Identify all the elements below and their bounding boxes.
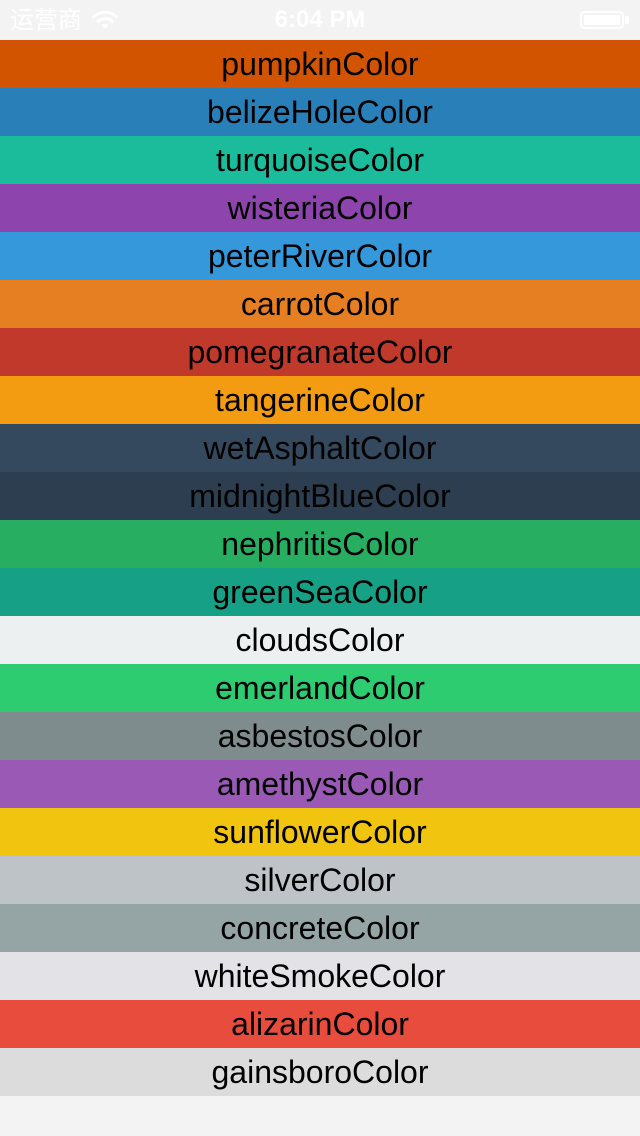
color-row[interactable]: midnightBlueColor [0,472,640,520]
color-row-label: amethystColor [216,766,424,802]
color-row[interactable]: greenSeaColor [0,568,640,616]
color-row-label: wetAsphaltColor [203,430,437,466]
color-row[interactable]: pumpkinColor [0,40,640,88]
color-row-label: alizarinColor [231,1006,409,1042]
color-row[interactable]: tangerineColor [0,376,640,424]
color-row-label: pumpkinColor [221,46,419,82]
color-row[interactable]: pomegranateColor [0,328,640,376]
battery-icon [580,11,630,31]
color-row[interactable]: amethystColor [0,760,640,808]
color-row-label: silverColor [244,862,396,898]
color-row-label: tangerineColor [215,382,425,418]
color-row-label: carrotColor [240,286,400,322]
color-row[interactable]: whiteSmokeColor [0,952,640,1000]
color-row-label: asbestosColor [217,718,423,754]
color-row[interactable]: wisteriaColor [0,184,640,232]
color-row[interactable]: asbestosColor [0,712,640,760]
color-row[interactable]: gainsboroColor [0,1048,640,1096]
color-row[interactable]: wetAsphaltColor [0,424,640,472]
color-row-label: pomegranateColor [187,334,453,370]
color-row-label: emerlandColor [215,670,425,706]
color-row[interactable]: nephritisColor [0,520,640,568]
color-row-label: greenSeaColor [212,574,428,610]
color-row[interactable]: alizarinColor [0,1000,640,1048]
color-row-label: wisteriaColor [227,190,413,226]
color-row[interactable]: peterRiverColor [0,232,640,280]
color-row-label: peterRiverColor [207,238,433,274]
color-row-label: belizeHoleColor [207,94,433,130]
color-row[interactable]: sunflowerColor [0,808,640,856]
color-row[interactable]: concreteColor [0,904,640,952]
color-row[interactable]: belizeHoleColor [0,88,640,136]
color-row-label: turquoiseColor [215,142,425,178]
battery-body [580,11,624,29]
color-row[interactable]: carrotColor [0,280,640,328]
color-row[interactable]: cloudsColor [0,616,640,664]
color-row[interactable]: emerlandColor [0,664,640,712]
battery-tip [625,16,629,24]
battery-fill [584,15,620,25]
color-row-label: sunflowerColor [213,814,427,850]
status-time: 6:04 PM [274,6,366,33]
color-row-label: whiteSmokeColor [194,958,446,994]
color-row[interactable]: turquoiseColor [0,136,640,184]
color-row[interactable]: silverColor [0,856,640,904]
color-row-label: gainsboroColor [211,1054,429,1090]
color-row-label: cloudsColor [235,622,405,658]
color-row-label: nephritisColor [221,526,419,562]
color-row-label: midnightBlueColor [189,478,451,514]
color-list: pumpkinColor belizeHoleColor turquoiseColo… [0,40,640,1096]
color-row-label: concreteColor [220,910,420,946]
status-bar: 运营商 6:04 PM [0,0,640,40]
